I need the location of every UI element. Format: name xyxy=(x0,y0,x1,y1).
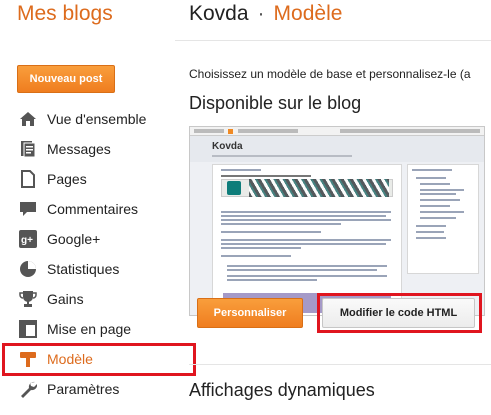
intro-text: Choisissez un modèle de base et personna… xyxy=(189,67,471,81)
trophy-icon xyxy=(18,289,38,309)
google-plus-icon: g+ xyxy=(18,229,38,249)
preview-toolbar xyxy=(190,127,484,136)
title-separator: · xyxy=(257,2,265,25)
sidebar-item-label: Commentaires xyxy=(47,201,139,217)
sidebar-item-label: Statistiques xyxy=(47,261,120,277)
dynamic-views-title: Affichages dynamiques xyxy=(189,380,375,400)
layout-icon xyxy=(18,319,38,339)
sidebar-item-posts[interactable]: Messages xyxy=(0,134,196,164)
comment-icon xyxy=(18,199,38,219)
new-post-button[interactable]: Nouveau post xyxy=(17,65,115,93)
blog-name: Kovda xyxy=(189,2,249,25)
customize-button[interactable]: Personnaliser xyxy=(197,298,303,328)
template-preview[interactable]: Kovda xyxy=(189,126,485,316)
my-blogs-title[interactable]: Mes blogs xyxy=(17,2,113,26)
pages-icon xyxy=(18,169,38,189)
sidebar-item-label: Google+ xyxy=(47,231,101,247)
sidebar-item-earnings[interactable]: Gains xyxy=(0,284,196,314)
section-divider xyxy=(189,364,491,365)
section-name: Modèle xyxy=(273,2,343,25)
header-divider xyxy=(175,40,491,41)
page-title: Kovda · Modèle xyxy=(189,2,342,26)
sidebar-item-layout[interactable]: Mise en page xyxy=(0,314,196,344)
sidebar-item-comments[interactable]: Commentaires xyxy=(0,194,196,224)
preview-blog-title: Kovda xyxy=(212,141,243,152)
sidebar-item-label: Gains xyxy=(47,291,84,307)
sidebar-item-settings[interactable]: Paramètres xyxy=(0,374,196,404)
sidebar-item-overview[interactable]: Vue d'ensemble xyxy=(0,104,196,134)
sidebar-item-pages[interactable]: Pages xyxy=(0,164,196,194)
edit-html-highlight xyxy=(317,293,482,333)
sidebar-item-label: Vue d'ensemble xyxy=(47,111,147,127)
sidebar-item-stats[interactable]: Statistiques xyxy=(0,254,196,284)
active-item-highlight xyxy=(2,343,196,376)
posts-icon xyxy=(18,139,38,159)
preview-logo-icon xyxy=(227,181,241,195)
sidebar-item-label: Messages xyxy=(47,141,111,157)
preview-sidebar xyxy=(407,164,479,274)
sidebar-item-google-plus[interactable]: g+ Google+ xyxy=(0,224,196,254)
sidebar-item-label: Paramètres xyxy=(47,381,120,397)
preview-description xyxy=(212,155,352,157)
svg-text:g+: g+ xyxy=(21,235,33,246)
stats-icon xyxy=(18,259,38,279)
sidebar-item-label: Mise en page xyxy=(47,321,132,337)
available-title: Disponible sur le blog xyxy=(189,93,362,113)
wrench-icon xyxy=(18,379,38,399)
sidebar-item-label: Pages xyxy=(47,171,87,187)
home-icon xyxy=(18,109,38,129)
preview-banner-image xyxy=(249,179,389,197)
